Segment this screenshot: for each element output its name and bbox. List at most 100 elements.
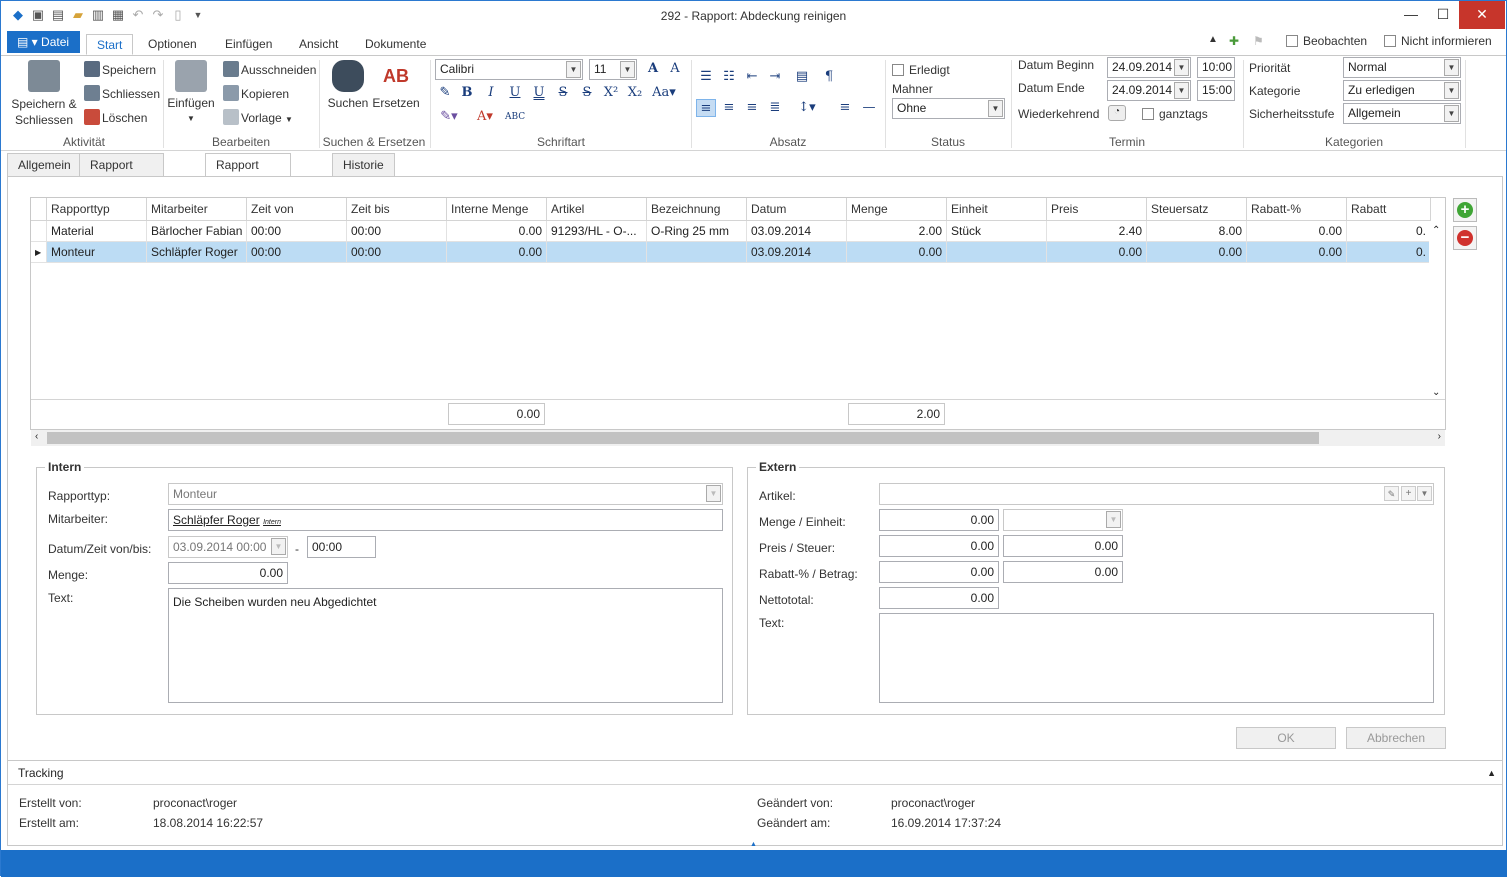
ganztags-checkbox[interactable]: ganztags (1142, 107, 1208, 121)
table-cell[interactable]: 00:00 (247, 242, 347, 263)
underline-icon[interactable]: U (505, 84, 525, 102)
table-cell[interactable]: 03.09.2014 (747, 242, 847, 263)
tab-historie[interactable]: Historie (332, 153, 395, 177)
table-cell[interactable]: 2.00 (847, 221, 947, 242)
table-cell[interactable]: Bärlocher Fabian (147, 221, 247, 242)
font-family-select[interactable]: Calibri ▼ (435, 59, 583, 80)
add-row-button[interactable]: + (1453, 198, 1477, 222)
copy-button[interactable]: Kopieren (223, 85, 289, 101)
cancel-button[interactable]: Abbrechen (1346, 727, 1446, 749)
table-cell[interactable]: 00:00 (347, 242, 447, 263)
spellcheck-icon[interactable]: ABC (505, 108, 525, 126)
datum-beginn-input[interactable]: 24.09.2014 ▼ (1107, 57, 1191, 78)
table-cell[interactable]: 0.00 (447, 242, 547, 263)
datum-von-input[interactable]: 03.09.2014 00:00 ▼ (168, 536, 288, 558)
column-header[interactable]: Preis (1047, 198, 1147, 221)
pilcrow-icon[interactable]: ¶ (819, 68, 839, 86)
table-cell[interactable]: 0.00 (1047, 242, 1147, 263)
mahner-select[interactable]: Ohne ▼ (892, 98, 1005, 119)
column-header[interactable]: Mitarbeiter (147, 198, 247, 221)
column-header[interactable]: Einheit (947, 198, 1047, 221)
bullet-list-icon[interactable]: ☰ (696, 68, 716, 86)
table-cell[interactable] (947, 242, 1047, 263)
table-cell[interactable]: 8.00 (1147, 221, 1247, 242)
scroll-up-icon[interactable]: ⌃ (1432, 225, 1440, 236)
menge-input[interactable]: 0.00 (168, 562, 288, 584)
column-header[interactable]: Steuersatz (1147, 198, 1247, 221)
artikel-input[interactable]: ✎ + ▼ (879, 483, 1434, 505)
tab-ansicht[interactable]: Ansicht (289, 34, 348, 55)
tab-allgemein[interactable]: Allgemein (7, 153, 82, 177)
align-center-icon[interactable]: ≡ (719, 99, 739, 117)
table-cell[interactable]: 0.00 (1247, 221, 1347, 242)
rapporttyp-select[interactable]: Monteur ▼ (168, 483, 723, 505)
row-indicator-arrow-icon[interactable]: ▶ (31, 242, 47, 263)
align-left-icon[interactable]: ≡ (696, 99, 716, 117)
column-header[interactable]: Interne Menge (447, 198, 547, 221)
einheit-select[interactable]: ▼ (1003, 509, 1123, 531)
kategorie-select[interactable]: Zu erledigen ▼ (1343, 80, 1461, 101)
scroll-thumb[interactable] (47, 432, 1319, 444)
splitter-handle-icon[interactable]: ▲ (750, 841, 757, 848)
table-cell[interactable]: Material (47, 221, 147, 242)
column-header[interactable]: Rabatt-% (1247, 198, 1347, 221)
table-cell[interactable]: Schläpfer Roger (147, 242, 247, 263)
paragraph-spacing-icon[interactable]: ≡ (835, 99, 855, 117)
shrink-font-icon[interactable]: A (665, 60, 685, 78)
table-cell[interactable]: 0. (1347, 242, 1431, 263)
rabatt-input[interactable]: 0.00 (879, 561, 999, 583)
save-close-button[interactable]: Speichern & Schliessen (9, 60, 79, 128)
table-cell[interactable]: 91293/HL - O-... (547, 221, 647, 242)
vertical-scrollbar[interactable]: ⌃ ⌄ (1429, 221, 1445, 398)
font-color-icon[interactable]: A▾ (471, 108, 499, 126)
row-indicator[interactable] (31, 221, 47, 242)
zeit-beginn-input[interactable]: 10:00 (1197, 57, 1235, 78)
beobachten-checkbox[interactable]: Beobachten (1286, 34, 1367, 48)
horizontal-line-icon[interactable]: — (859, 99, 879, 117)
zeit-bis-input[interactable]: 00:00 (307, 536, 376, 558)
double-strikethrough-icon[interactable]: S (577, 84, 597, 102)
scroll-down-icon[interactable]: ⌄ (1432, 387, 1440, 398)
column-header[interactable]: Datum (747, 198, 847, 221)
table-cell[interactable]: Monteur (47, 242, 147, 263)
change-case-icon[interactable]: Aa▾ (649, 84, 679, 102)
column-header[interactable]: Bezeichnung (647, 198, 747, 221)
justify-icon[interactable]: ≣ (765, 99, 785, 117)
grow-font-icon[interactable]: A (643, 60, 663, 78)
prioritaet-select[interactable]: Normal ▼ (1343, 57, 1461, 78)
datum-ende-input[interactable]: 24.09.2014 ▼ (1107, 80, 1191, 101)
maximize-button[interactable]: ☐ (1427, 1, 1459, 29)
search-button[interactable]: Suchen (325, 60, 371, 110)
preis-input[interactable]: 0.00 (879, 535, 999, 557)
highlight-icon[interactable]: ✎▾ (435, 108, 463, 126)
horizontal-scrollbar[interactable]: ‹ › (31, 430, 1445, 446)
intern-text-area[interactable]: Die Scheiben wurden neu Abgedichtet (168, 588, 723, 703)
subscript-icon[interactable]: X₂ (625, 84, 645, 102)
column-header[interactable]: Zeit von (247, 198, 347, 221)
extern-text-area[interactable] (879, 613, 1434, 703)
replace-button[interactable]: AB Ersetzen (372, 60, 420, 110)
plus-icon[interactable]: + (1401, 486, 1416, 501)
zeit-ende-input[interactable]: 15:00 (1197, 80, 1235, 101)
italic-icon[interactable]: I (481, 84, 501, 102)
indent-icon[interactable]: ⇥ (765, 68, 785, 86)
column-header[interactable]: Artikel (547, 198, 647, 221)
minimize-button[interactable]: — (1395, 1, 1427, 29)
nicht-informieren-checkbox[interactable]: Nicht informieren (1384, 34, 1492, 48)
betrag-input[interactable]: 0.00 (1003, 561, 1123, 583)
flag-icon[interactable]: ⚑ (1253, 34, 1264, 48)
table-cell[interactable]: 0.00 (447, 221, 547, 242)
sicherheitsstufe-select[interactable]: Allgemein ▼ (1343, 103, 1461, 124)
font-size-select[interactable]: 11 ▼ (589, 59, 637, 80)
table-cell[interactable]: 0.00 (1147, 242, 1247, 263)
outdent-icon[interactable]: ⇤ (742, 68, 762, 86)
add-icon[interactable]: ✚ (1229, 34, 1239, 48)
chevron-down-icon[interactable]: ▼ (1417, 486, 1432, 501)
scroll-left-icon[interactable]: ‹ (35, 431, 38, 442)
tab-start[interactable]: Start (86, 34, 134, 55)
bold-icon[interactable]: B (457, 84, 477, 102)
tab-dokumente[interactable]: Dokumente (355, 34, 436, 55)
table-cell[interactable] (547, 242, 647, 263)
table-cell[interactable]: 00:00 (247, 221, 347, 242)
mitarbeiter-input[interactable]: Schläpfer Roger Intern (168, 509, 723, 531)
